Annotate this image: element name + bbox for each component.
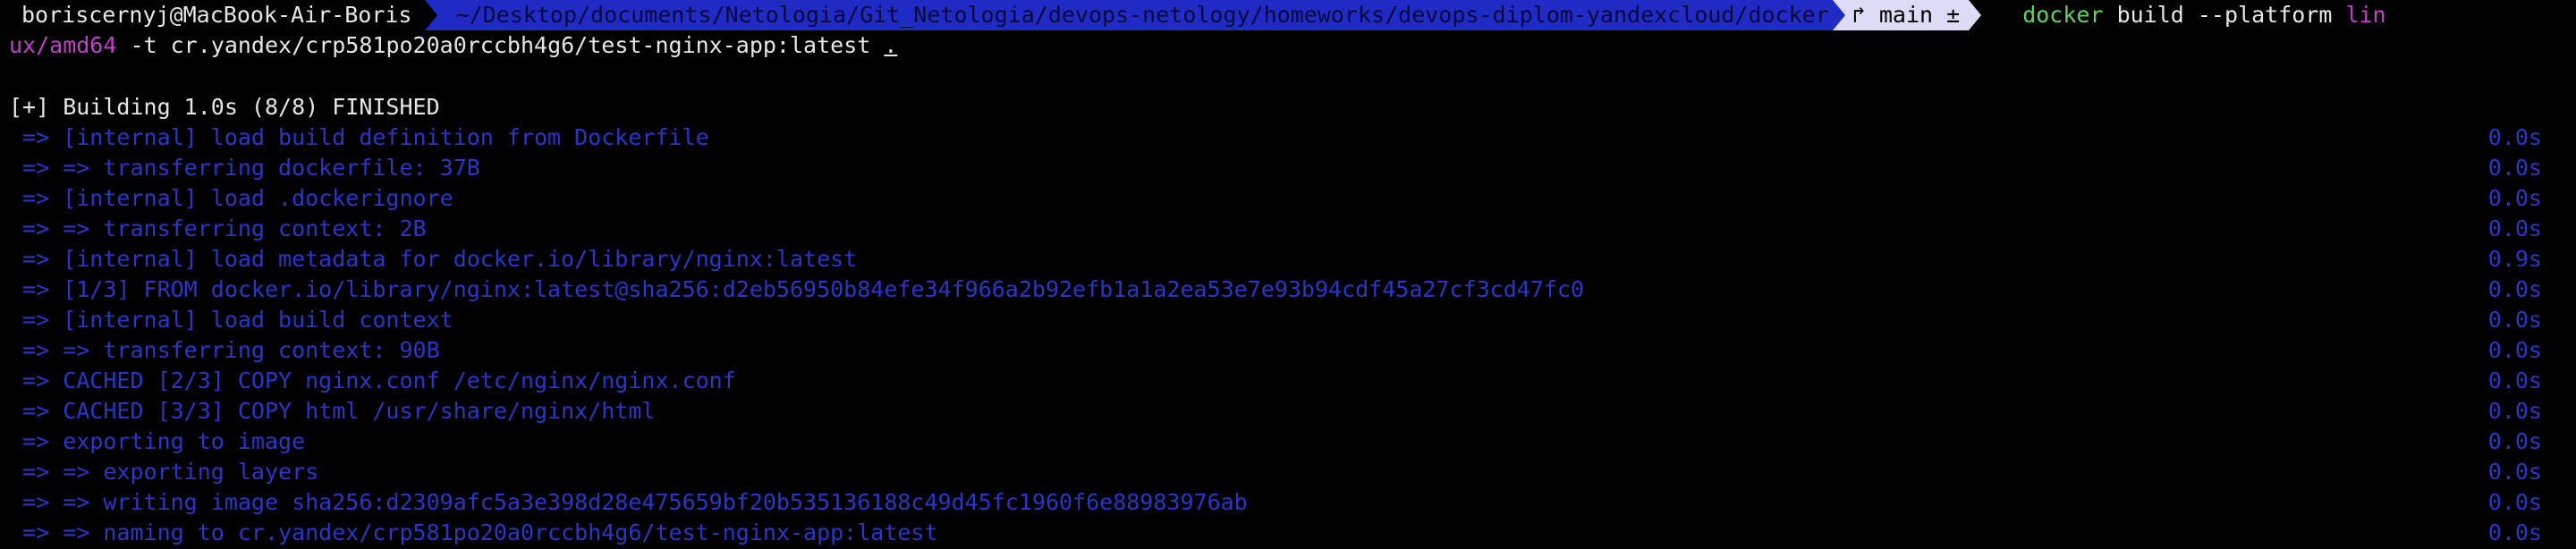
- build-step-duration: 0.0s: [2487, 307, 2542, 333]
- command-args: build --platform: [2103, 2, 2346, 28]
- build-step-duration: 0.0s: [2487, 367, 2542, 393]
- build-step-duration: 0.0s: [2487, 155, 2542, 181]
- build-step-duration: 0.0s: [2487, 489, 2542, 515]
- command-wrap-2: ux/amd64: [9, 32, 117, 58]
- prompt-user-host: boriscernyj@MacBook-Air-Boris: [0, 0, 425, 30]
- build-step-text: => => transferring context: 2B: [9, 215, 427, 241]
- command-name: docker: [2022, 2, 2104, 28]
- build-step-text: => => writing image sha256:d2309afc5a3e3…: [9, 489, 1248, 515]
- command-build-context: .: [884, 32, 898, 58]
- powerline-separator-icon: [1969, 0, 1982, 30]
- build-step-duration: 0.0s: [2487, 215, 2542, 241]
- powerline-separator-icon: [424, 0, 437, 30]
- build-step-duration: 0.0s: [2487, 276, 2542, 302]
- build-step-text: => [internal] load build context: [9, 307, 453, 333]
- build-step-text: => CACHED [3/3] COPY html /usr/share/ngi…: [9, 398, 656, 424]
- build-step-duration: 0.9s: [2487, 246, 2542, 272]
- build-step-text: => [internal] load .dockerignore: [9, 185, 453, 211]
- build-step-duration: 0.0s: [2487, 428, 2542, 454]
- build-step-text: => => exporting layers: [9, 459, 319, 485]
- build-step-row: => => exporting layers: [9, 457, 318, 487]
- build-step-row: => [1/3] FROM docker.io/library/nginx:la…: [9, 274, 1584, 305]
- build-step-row: => => transferring dockerfile: 37B: [9, 153, 480, 183]
- build-step-row: => [internal] load build context: [9, 305, 453, 335]
- command-wrap-1: lin: [2345, 2, 2386, 28]
- build-step-text: => => naming to cr.yandex/crp581po20a0rc…: [9, 519, 938, 545]
- build-step-text: => [1/3] FROM docker.io/library/nginx:la…: [9, 276, 1584, 302]
- build-step-duration: 0.0s: [2487, 398, 2542, 424]
- build-step-row: => => writing image sha256:d2309afc5a3e3…: [9, 487, 1248, 518]
- build-step-row: => => transferring context: 90B: [9, 335, 440, 366]
- build-step-text: => CACHED [2/3] COPY nginx.conf /etc/ngi…: [9, 367, 736, 393]
- build-step-text: => [internal] load build definition from…: [9, 124, 709, 150]
- build-step-duration: 0.0s: [2487, 519, 2542, 545]
- powerline-separator-icon: [1832, 0, 1845, 30]
- prompt-git-branch: ↱ main ±: [1844, 0, 1970, 30]
- command-rest: -t cr.yandex/crp581po20a0rccbh4g6/test-n…: [116, 32, 885, 58]
- build-step-row: => exporting to image: [9, 427, 305, 457]
- command-continuation[interactable]: ux/amd64 -t cr.yandex/crp581po20a0rccbh4…: [9, 30, 897, 61]
- command-line[interactable]: docker build --platform lin: [1981, 0, 2385, 30]
- build-step-row: => => transferring context: 2B: [9, 214, 427, 244]
- build-step-text: => exporting to image: [9, 428, 306, 454]
- build-step-duration: 0.0s: [2487, 185, 2542, 211]
- build-step-duration: 0.0s: [2487, 124, 2542, 150]
- build-step-text: => => transferring context: 90B: [9, 337, 440, 363]
- build-step-duration: 0.0s: [2487, 459, 2542, 485]
- build-step-row: => CACHED [2/3] COPY nginx.conf /etc/ngi…: [9, 366, 736, 396]
- build-step-text: => [internal] load metadata for docker.i…: [9, 246, 858, 272]
- build-step-row: => => naming to cr.yandex/crp581po20a0rc…: [9, 518, 938, 548]
- build-step-text: => => transferring dockerfile: 37B: [9, 155, 480, 181]
- build-step-row: => [internal] load metadata for docker.i…: [9, 244, 857, 274]
- build-step-row: => [internal] load build definition from…: [9, 122, 709, 153]
- shell-prompt: boriscernyj@MacBook-Air-Boris ~/Desktop/…: [0, 0, 2386, 30]
- prompt-cwd: ~/Desktop/documents/Netologia/Git_Netolo…: [436, 0, 1833, 30]
- build-step-row: => [internal] load .dockerignore: [9, 183, 453, 214]
- build-header: [+] Building 1.0s (8/8) FINISHED: [9, 94, 440, 120]
- build-step-row: => CACHED [3/3] COPY html /usr/share/ngi…: [9, 396, 655, 427]
- build-step-duration: 0.0s: [2487, 337, 2542, 363]
- terminal-window[interactable]: boriscernyj@MacBook-Air-Boris ~/Desktop/…: [0, 0, 2576, 549]
